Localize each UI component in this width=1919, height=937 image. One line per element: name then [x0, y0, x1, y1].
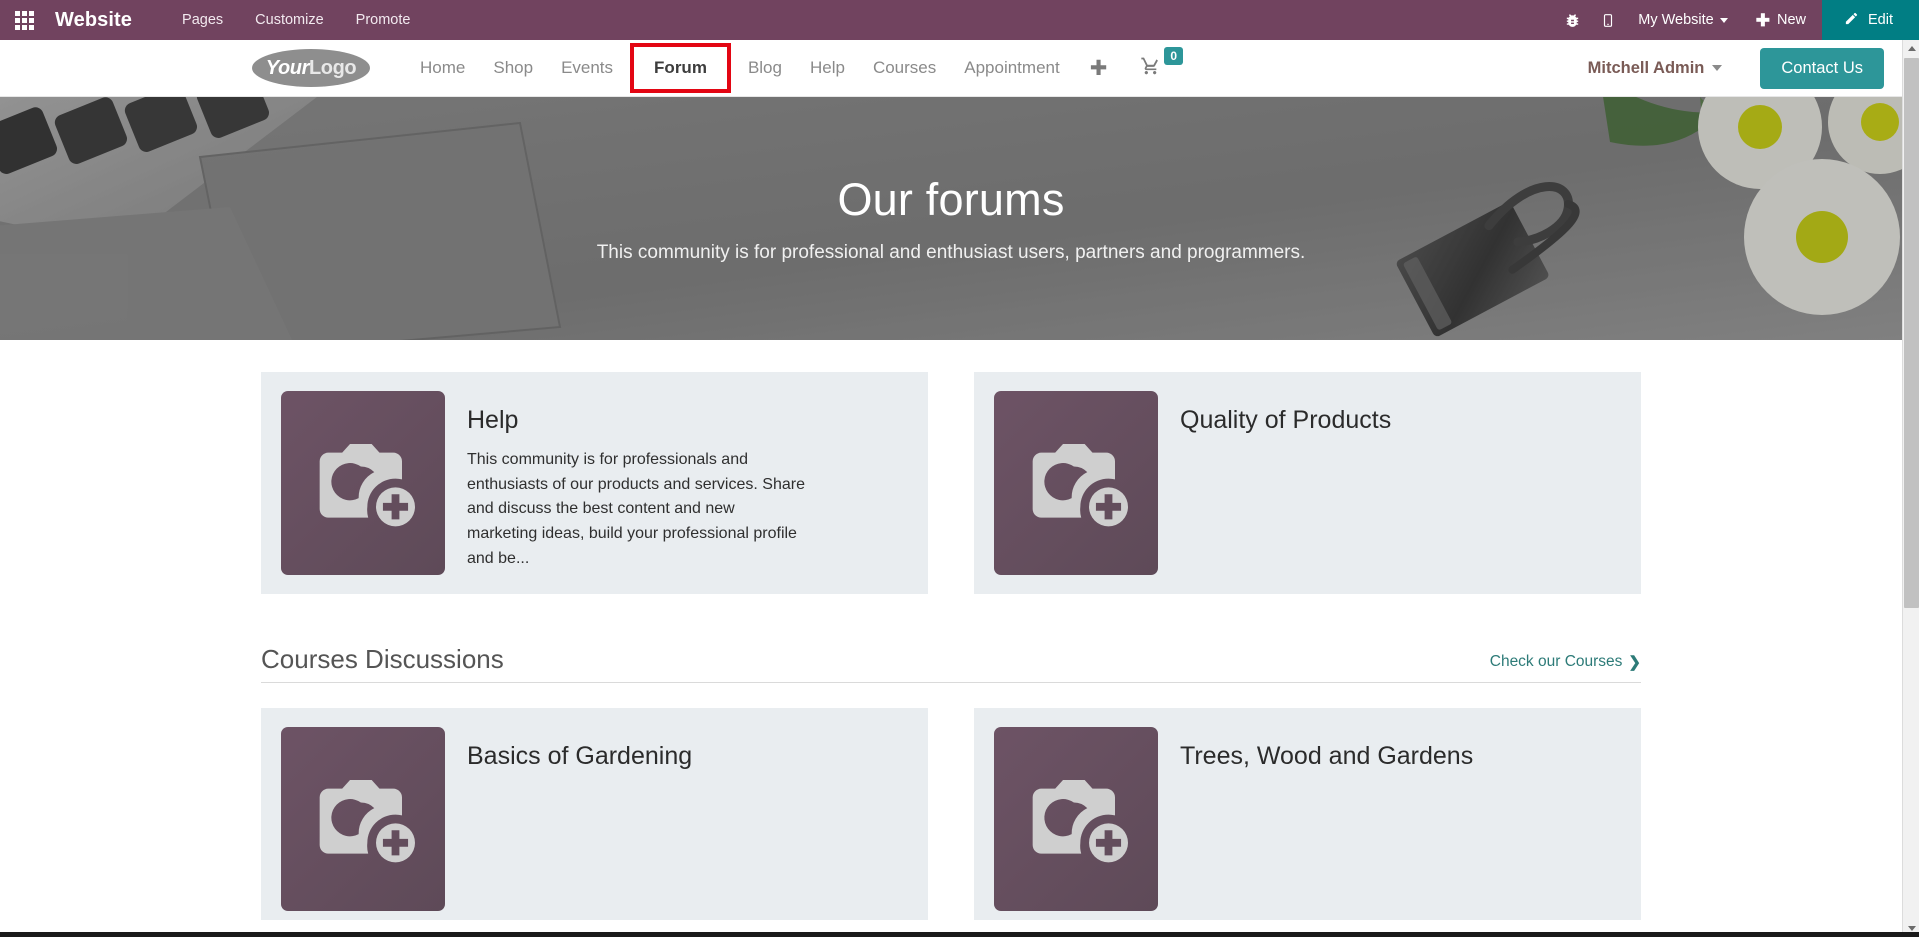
- nav-item-help[interactable]: Help: [796, 50, 859, 86]
- courses-row: Basics of Gardening Trees, Wood and Gard…: [261, 708, 1641, 930]
- edit-button[interactable]: Edit: [1822, 0, 1919, 40]
- site-logo[interactable]: YourLogo: [252, 48, 370, 88]
- logo-text: YourLogo: [266, 57, 357, 80]
- add-photo-placeholder-icon: [281, 727, 445, 911]
- backend-menu-promote[interactable]: Promote: [340, 2, 427, 38]
- edit-button-label: Edit: [1868, 12, 1893, 28]
- navbar-right: Mitchell Admin Contact Us: [1588, 48, 1902, 89]
- new-button-label: New: [1777, 12, 1806, 28]
- backend-menu-customize[interactable]: Customize: [239, 2, 340, 38]
- course-card-trees-wood-and-gardens[interactable]: Trees, Wood and Gardens: [974, 708, 1641, 930]
- pencil-icon: [1844, 11, 1859, 30]
- bug-icon[interactable]: [1554, 0, 1590, 40]
- user-name-label: Mitchell Admin: [1588, 59, 1705, 78]
- website-selector-dropdown[interactable]: My Website: [1626, 12, 1739, 28]
- window-bottom-edge: [0, 932, 1919, 937]
- page-title: Our forums: [837, 174, 1064, 226]
- apps-grid-icon[interactable]: [4, 0, 44, 40]
- odoo-top-bar: Website Pages Customize Promote My Websi…: [0, 0, 1919, 40]
- forum-card-title: Quality of Products: [1180, 405, 1391, 435]
- cart-count-badge: 0: [1164, 47, 1183, 65]
- backend-bar-right: My Website ✚ New Edit: [1554, 0, 1919, 40]
- course-card-basics-of-gardening[interactable]: Basics of Gardening: [261, 708, 928, 930]
- nav-item-forum-highlight: Forum: [630, 43, 731, 93]
- chevron-right-icon: ❯: [1628, 653, 1641, 671]
- forum-card-body: Quality of Products: [1158, 391, 1413, 448]
- chevron-down-icon: [1720, 18, 1728, 23]
- course-card-body: Trees, Wood and Gardens: [1158, 727, 1495, 784]
- vertical-scrollbar[interactable]: [1902, 40, 1919, 937]
- nav-item-forum[interactable]: Forum: [640, 50, 721, 86]
- course-card-title: Trees, Wood and Gardens: [1180, 741, 1473, 771]
- site-nav-links: Home Shop Events Forum Blog Help Courses…: [406, 43, 1183, 93]
- chevron-down-icon: [1712, 65, 1722, 71]
- courses-section-header: Courses Discussions Check our Courses ❯: [261, 644, 1641, 683]
- user-menu-dropdown[interactable]: Mitchell Admin: [1588, 59, 1723, 78]
- add-photo-placeholder-icon: [281, 391, 445, 575]
- add-photo-placeholder-icon: [994, 727, 1158, 911]
- website-navbar: YourLogo Home Shop Events Forum Blog Hel…: [0, 40, 1902, 97]
- nav-item-events[interactable]: Events: [547, 50, 627, 86]
- forum-card-quality-of-products[interactable]: Quality of Products: [974, 372, 1641, 594]
- nav-item-blog[interactable]: Blog: [734, 50, 796, 86]
- triangle-up-icon[interactable]: [1903, 40, 1919, 57]
- course-card-body: Basics of Gardening: [445, 727, 714, 784]
- page-subtitle: This community is for professional and e…: [597, 242, 1306, 264]
- check-our-courses-link[interactable]: Check our Courses ❯: [1490, 653, 1641, 675]
- nav-item-home[interactable]: Home: [406, 50, 479, 86]
- courses-section-title: Courses Discussions: [261, 644, 504, 675]
- plus-icon: ✚: [1756, 12, 1770, 29]
- shopping-cart-button[interactable]: 0: [1139, 56, 1183, 81]
- backend-menu-pages[interactable]: Pages: [166, 2, 239, 38]
- nav-item-courses[interactable]: Courses: [859, 50, 950, 86]
- new-button[interactable]: ✚ New: [1740, 12, 1822, 29]
- nav-item-appointment[interactable]: Appointment: [950, 50, 1073, 86]
- contact-us-button[interactable]: Contact Us: [1760, 48, 1884, 89]
- forums-row: Help This community is for professionals…: [261, 372, 1641, 594]
- content-container: Help This community is for professionals…: [261, 340, 1641, 930]
- vertical-scrollbar-thumb[interactable]: [1904, 58, 1919, 608]
- mobile-preview-icon[interactable]: [1590, 0, 1626, 40]
- website-selector-label: My Website: [1638, 12, 1713, 28]
- shopping-cart-icon: [1139, 56, 1162, 81]
- plus-icon[interactable]: ✚: [1074, 58, 1124, 79]
- nav-item-shop[interactable]: Shop: [479, 50, 547, 86]
- forum-card-body: Help This community is for professionals…: [445, 391, 829, 571]
- check-our-courses-label: Check our Courses: [1490, 653, 1623, 671]
- forum-card-title: Help: [467, 405, 807, 435]
- add-photo-placeholder-icon: [994, 391, 1158, 575]
- course-card-title: Basics of Gardening: [467, 741, 692, 771]
- forum-card-description: This community is for professionals and …: [467, 448, 807, 571]
- backend-menu: Pages Customize Promote: [166, 2, 426, 38]
- page-content: Help This community is for professionals…: [0, 340, 1902, 920]
- forum-card-help[interactable]: Help This community is for professionals…: [261, 372, 928, 594]
- app-title: Website: [55, 9, 132, 32]
- hero-banner: Our forums This community is for profess…: [0, 97, 1902, 340]
